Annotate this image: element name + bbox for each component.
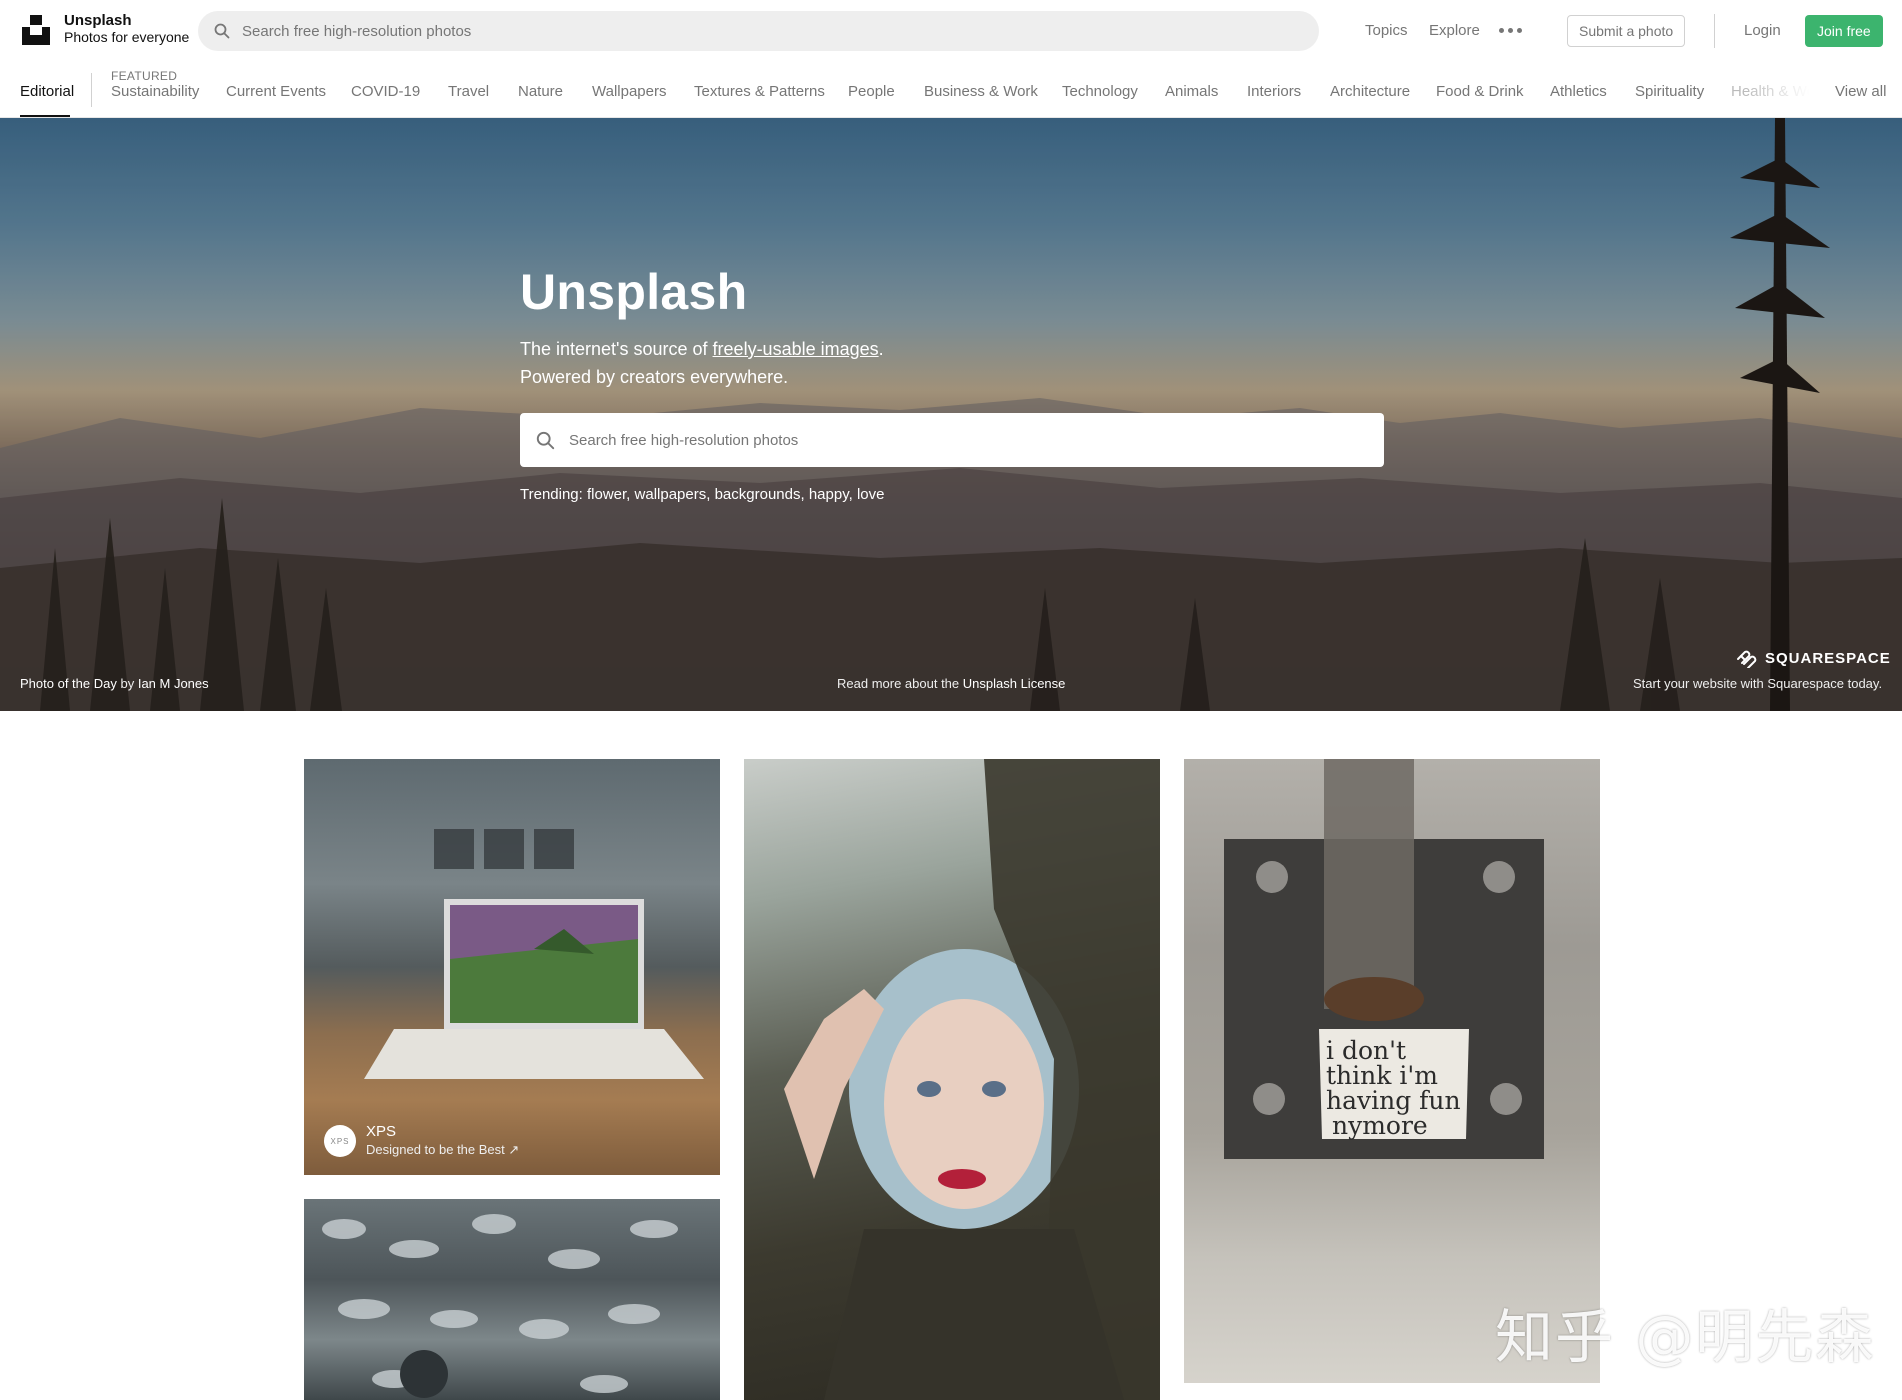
tab-spirituality[interactable]: Spirituality [1635,83,1704,100]
laptop-photo-image [364,829,704,1079]
tab-athletics[interactable]: Athletics [1550,83,1607,100]
tab-textures-patterns[interactable]: Textures & Patterns [694,83,825,100]
photo-of-the-day-credit: Photo of the Day by Ian M Jones [20,676,209,691]
watermark-text: 知乎 @明先森 [1495,1303,1876,1371]
unsplash-logo-icon [22,15,50,45]
tab-technology[interactable]: Technology [1062,83,1138,100]
more-menu-icon[interactable] [1497,20,1523,40]
active-tab-underline [20,115,70,117]
xps-avatar: XPS [324,1125,356,1157]
tab-interiors[interactable]: Interiors [1247,83,1301,100]
login-link[interactable]: Login [1744,22,1781,39]
photo-of-the-day-link[interactable]: Photo of the Day [20,676,117,691]
top-search-bar[interactable] [198,11,1319,51]
sponsor-description: Designed to be the Best ↗ [366,1142,520,1157]
squarespace-icon [1737,650,1757,668]
nav-topics-link[interactable]: Topics [1365,22,1408,39]
hands-photo-image [322,1214,678,1398]
top-header: Unsplash Photos for everyone Topics Expl… [0,0,1902,62]
tab-people[interactable]: People [848,83,895,100]
hero-subtitle-prefix: The internet's source of [520,339,713,359]
freely-usable-images-link[interactable]: freely-usable images [713,339,879,359]
tab-wallpapers[interactable]: Wallpapers [592,83,666,100]
tab-covid-19[interactable]: COVID-19 [351,83,420,100]
join-free-button[interactable]: Join free [1805,15,1883,47]
hero-search-input[interactable] [569,431,1349,449]
sign-line-4: nymore [1332,1111,1428,1140]
hero-search-bar[interactable] [520,413,1384,467]
top-search-input[interactable] [242,22,1142,40]
hero-subtitle: The internet's source of freely-usable i… [520,335,884,391]
portrait-photo-image [784,759,1160,1400]
trending-link-happy[interactable]: happy [809,486,849,503]
hero-banner: Unsplash The internet's source of freely… [0,118,1902,711]
unsplash-license-link[interactable]: Unsplash License [963,676,1066,691]
trending-link-flower[interactable]: flower [587,486,626,503]
squarespace-sponsor-logo[interactable]: SQUARESPACE [1735,648,1891,668]
photo-by-label: by [120,676,135,691]
logo-name: Unsplash [64,12,132,29]
photographer-link[interactable]: Ian M Jones [138,676,209,691]
logo-tagline: Photos for everyone [64,29,190,45]
trending-link-backgrounds[interactable]: backgrounds [715,486,801,503]
topic-divider [91,73,92,107]
tab-current-events[interactable]: Current Events [226,83,326,100]
unsplash-logo-link[interactable]: Unsplash Photos for everyone [20,12,189,46]
trending-link-wallpapers[interactable]: wallpapers [635,486,707,503]
photo-card-sponsored-laptop[interactable]: XPS XPS Designed to be the Best ↗ [304,759,720,1175]
sponsor-name: XPS [366,1123,397,1140]
tab-animals[interactable]: Animals [1165,83,1218,100]
hero-title: Unsplash [520,264,748,320]
featured-label: FEATURED [111,69,178,83]
photo-card-hands-sculpture[interactable] [304,1199,720,1400]
photo-card-portrait[interactable] [744,759,1160,1400]
nav-explore-link[interactable]: Explore [1429,22,1480,39]
tab-business-work[interactable]: Business & Work [924,83,1038,100]
tab-sustainability[interactable]: Sustainability [111,83,199,100]
hero-subtitle-line2: Powered by creators everywhere. [520,367,789,387]
logo-text: Unsplash Photos for everyone [64,12,189,46]
hero-subtitle-suffix: . [878,339,884,359]
tab-nature[interactable]: Nature [518,83,563,100]
submit-photo-button[interactable]: Submit a photo [1567,15,1686,47]
topic-nav-bar: Editorial FEATURED Sustainability Curren… [0,62,1902,118]
tab-travel[interactable]: Travel [448,83,489,100]
squarespace-tagline-link[interactable]: Start your website with Squarespace toda… [1633,676,1882,691]
trending-searches: Trending: flower, wallpapers, background… [520,486,885,503]
tab-editorial[interactable]: Editorial [20,83,74,100]
sponsor-attribution[interactable]: XPS XPS Designed to be the Best ↗ [324,1123,519,1159]
tab-architecture[interactable]: Architecture [1330,83,1410,100]
license-prefix: Read more about the [837,676,960,691]
trending-label: Trending: [520,486,583,503]
search-icon[interactable] [536,431,555,450]
search-icon[interactable] [214,23,230,39]
topic-fade-mask [1745,62,1825,117]
header-divider [1714,14,1715,48]
sponsor-text: XPS Designed to be the Best ↗ [366,1123,519,1159]
license-note: Read more about the Unsplash License [837,676,1065,691]
view-all-topics-link[interactable]: View all [1835,83,1886,100]
squarespace-label: SQUARESPACE [1765,649,1891,667]
tab-food-drink[interactable]: Food & Drink [1436,83,1524,100]
trending-link-love[interactable]: love [857,486,885,503]
